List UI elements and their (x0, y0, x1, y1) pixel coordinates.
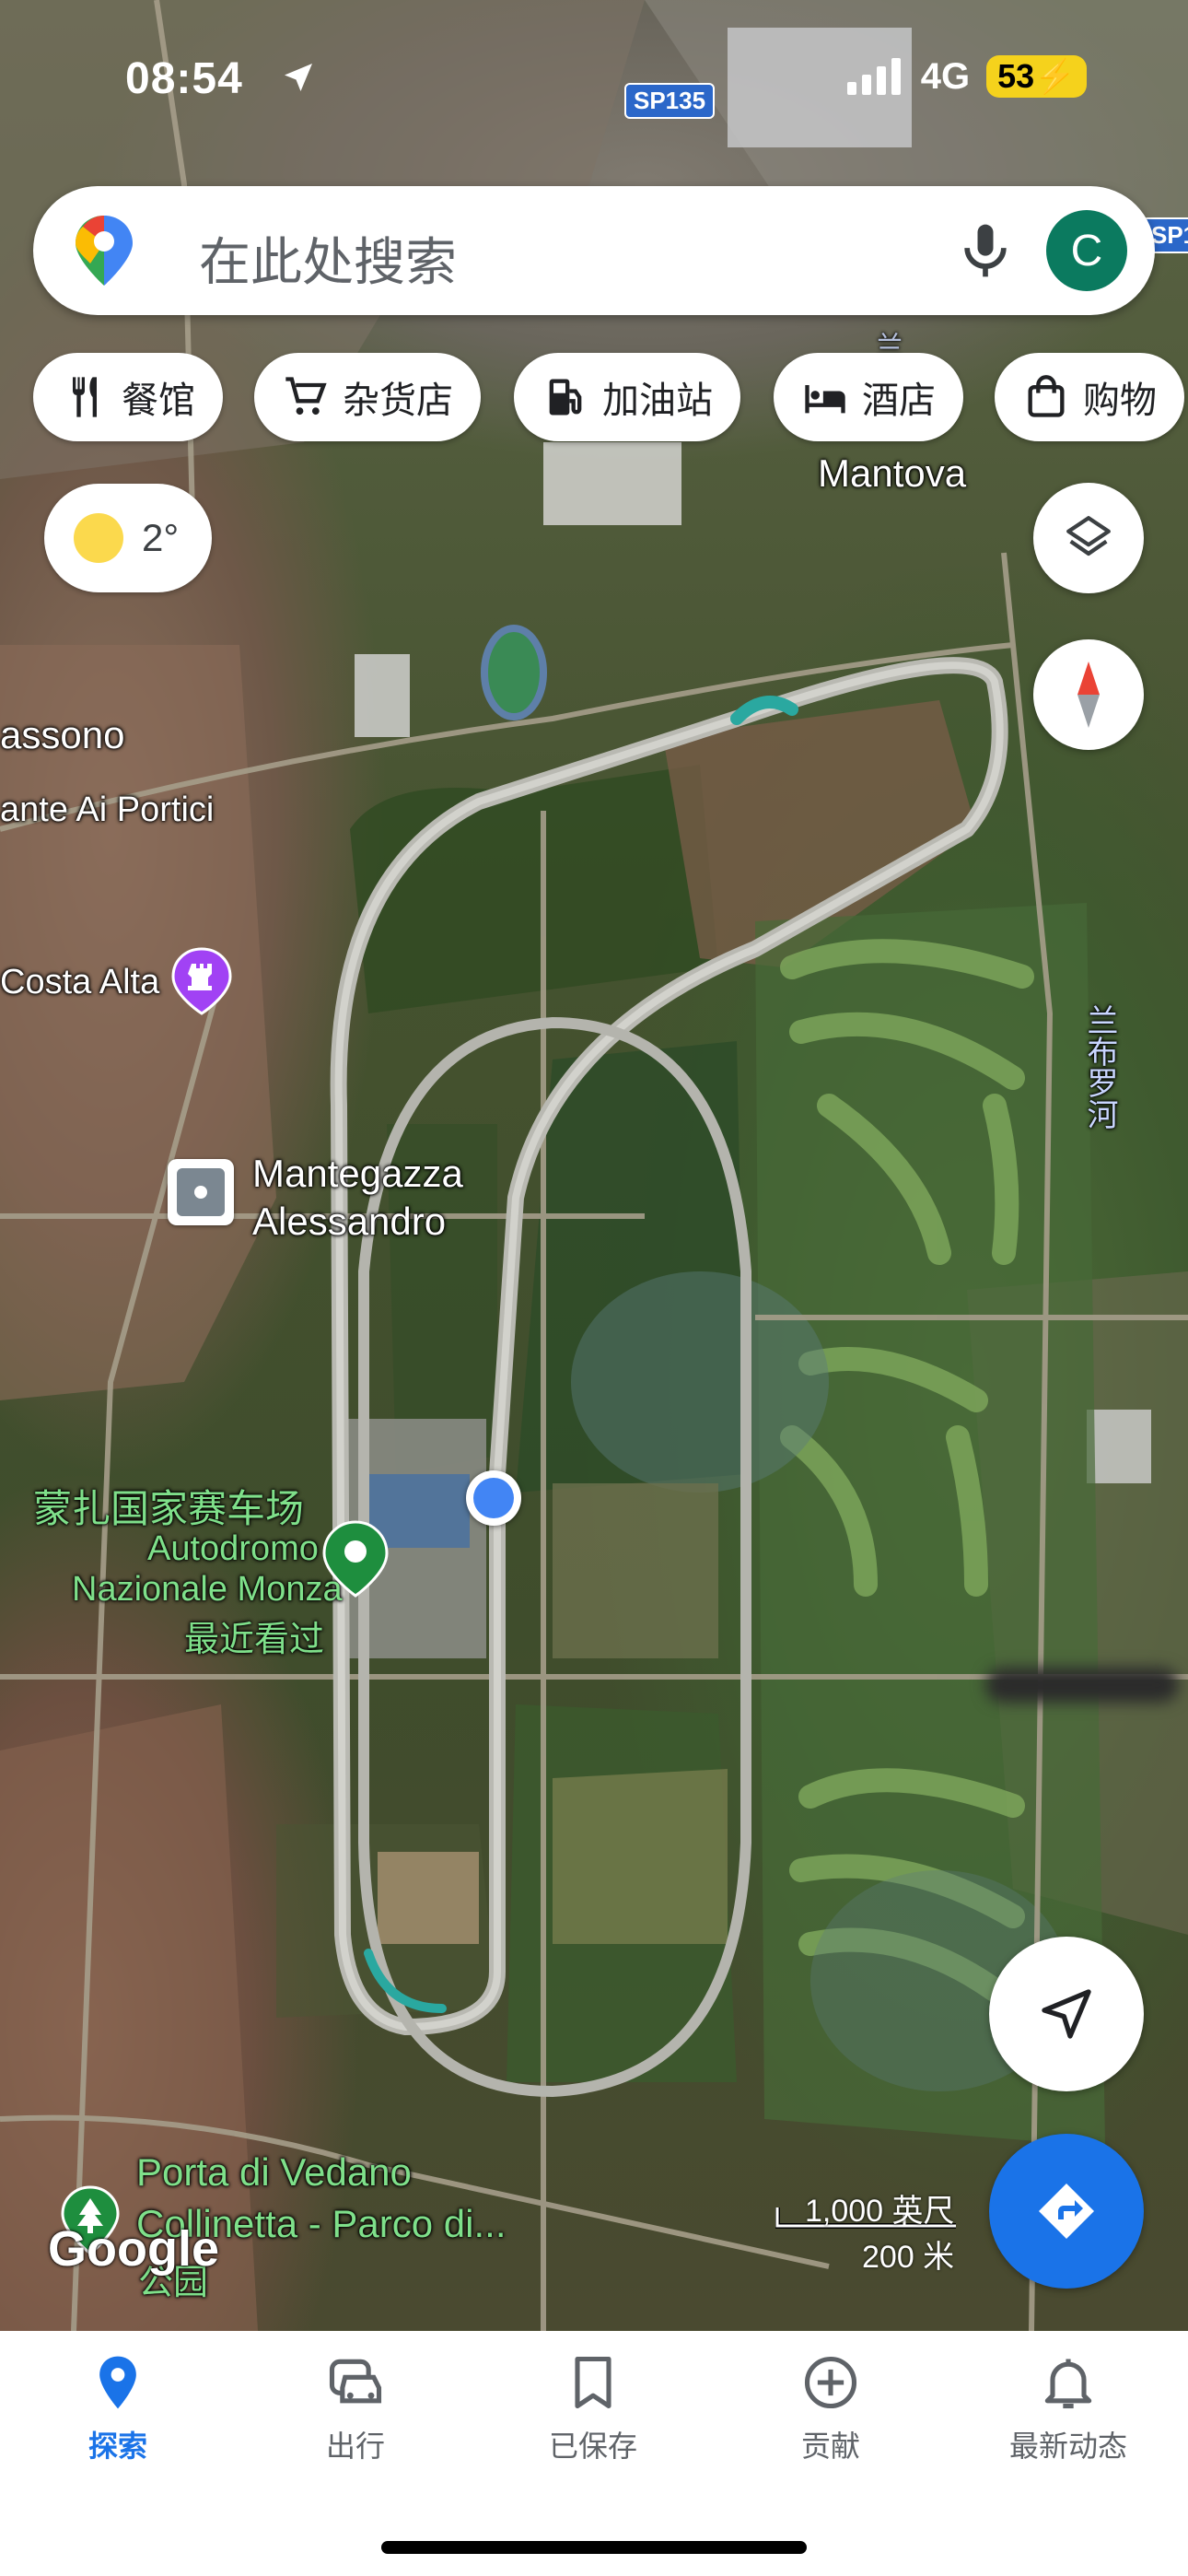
google-maps-logo-icon (76, 216, 133, 286)
map-label-river: 兰布罗河 (1082, 1004, 1117, 1130)
rook-pin-icon[interactable] (171, 947, 232, 1015)
map-label-nazionale-monza[interactable]: Nazionale Monza (72, 1570, 343, 1610)
map-label-alessandro[interactable]: Alessandro (252, 1200, 446, 1244)
chip-label: 购物 (1083, 380, 1157, 422)
tab-label: 贡献 (800, 2429, 860, 2464)
map-label-ante-ai-portici[interactable]: ante Ai Portici (0, 790, 214, 830)
scale-metric: 200 米 (862, 2240, 955, 2275)
google-attribution: Google (48, 2221, 219, 2277)
compass-button[interactable] (1033, 639, 1144, 750)
chip-label: 加油站 (602, 380, 713, 422)
bookmark-icon (575, 2356, 611, 2409)
sun-icon (74, 513, 123, 563)
tab-contribute[interactable]: 贡献 (739, 2351, 923, 2465)
status-right: 4G 53⚡ (846, 55, 1087, 98)
location-pin-icon (99, 2356, 136, 2409)
chip-label: 餐馆 (122, 380, 195, 422)
map-label-monza-cn[interactable]: 蒙扎国家赛车场 (33, 1478, 304, 1534)
search-input[interactable]: 在此处搜索 (199, 221, 457, 296)
signal-icon (846, 58, 901, 95)
scale-imperial: 1,000 英尺 (805, 2194, 955, 2229)
weather-chip[interactable]: 2° (44, 484, 212, 592)
search-bar[interactable]: 在此处搜索 C (33, 186, 1155, 315)
my-location-dot (466, 1470, 521, 1526)
chip-gas[interactable]: 加油站 (514, 353, 740, 441)
map-label-assono[interactable]: assono (0, 713, 124, 757)
bed-icon (805, 385, 845, 414)
compass-icon (1077, 662, 1100, 728)
layers-button[interactable] (1033, 483, 1144, 593)
directions-icon (1039, 2184, 1094, 2239)
tab-label: 最新动态 (1008, 2429, 1127, 2464)
chip-label: 酒店 (862, 380, 936, 422)
battery-indicator: 53⚡ (986, 55, 1087, 98)
map-label-mantova[interactable]: Mantova (818, 451, 966, 496)
gas-station-icon (549, 379, 582, 416)
chip-groceries[interactable]: 杂货店 (254, 353, 481, 441)
tab-saved[interactable]: 已保存 (501, 2351, 685, 2465)
tab-go[interactable]: 出行 (263, 2351, 448, 2465)
road-shield-sp135: SP135 (624, 83, 716, 119)
place-square-icon[interactable] (168, 1159, 234, 1225)
tab-label: 出行 (325, 2429, 385, 2464)
tab-label: 探索 (87, 2429, 147, 2464)
temperature: 2° (142, 516, 180, 559)
car-icon (329, 2359, 382, 2404)
map-label-autodromo[interactable]: Autodromo (147, 1529, 319, 1569)
fork-knife-icon (73, 377, 97, 417)
status-time: 08:54 (125, 54, 243, 103)
map-label-porta-di-vedano[interactable]: Porta di Vedano (136, 2150, 412, 2195)
recenter-button[interactable] (989, 1937, 1144, 2091)
layers-icon (1066, 516, 1111, 556)
navigation-arrow-icon (1042, 1989, 1091, 2039)
tab-updates[interactable]: 最新动态 (976, 2351, 1160, 2465)
shopping-bag-icon (1028, 375, 1065, 417)
tab-label: 已保存 (548, 2429, 637, 2464)
chip-hotels[interactable]: 酒店 (774, 353, 963, 441)
chip-shopping[interactable]: 购物 (995, 353, 1184, 441)
plus-circle-icon (804, 2356, 857, 2409)
map-label-costa-alta[interactable]: Costa Alta (0, 963, 159, 1002)
chip-restaurants[interactable]: 餐馆 (33, 353, 223, 441)
map-label-mantegazza[interactable]: Mantegazza (252, 1152, 463, 1196)
map-label-recently-viewed: 最近看过 (184, 1621, 325, 1659)
home-indicator[interactable] (381, 2541, 807, 2554)
microphone-icon[interactable] (954, 219, 1017, 282)
place-pin-icon[interactable] (322, 1520, 389, 1598)
blurred-label (985, 1668, 1179, 1703)
bottom-nav: 探索 出行 已保存 贡献 最新动态 (0, 2331, 1188, 2576)
cart-icon (285, 377, 327, 416)
network-type: 4G (920, 55, 971, 97)
location-arrow-icon (285, 64, 312, 91)
tab-explore[interactable]: 探索 (26, 2351, 210, 2465)
bell-icon (1044, 2359, 1092, 2409)
account-avatar[interactable]: C (1046, 210, 1127, 291)
directions-button[interactable] (989, 2134, 1144, 2289)
chip-label: 杂货店 (343, 380, 453, 422)
